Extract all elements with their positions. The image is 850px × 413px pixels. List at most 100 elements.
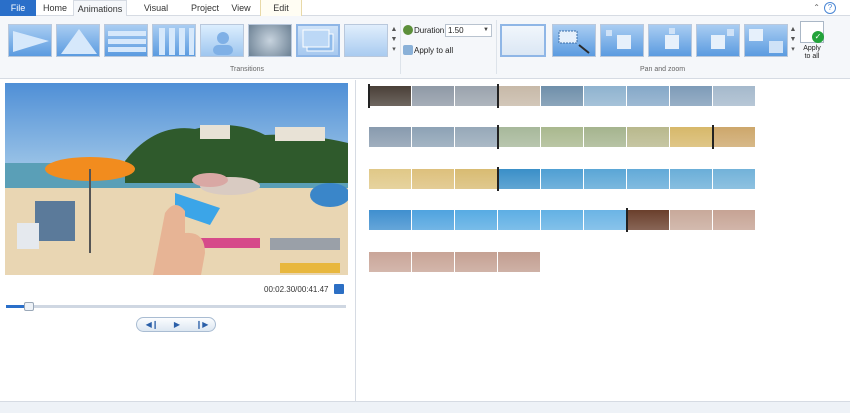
clip-thumbnail[interactable] xyxy=(670,210,712,230)
group-separator xyxy=(496,20,497,74)
storyboard xyxy=(357,80,850,413)
clip-thumbnail[interactable] xyxy=(713,169,755,189)
pan-zoom-group-label: Pan and zoom xyxy=(640,66,686,73)
clip-thumbnail[interactable] xyxy=(670,169,712,189)
tab-view[interactable]: View xyxy=(226,0,256,16)
seek-bar-fill xyxy=(6,305,25,308)
pan-zoom-thumb-5[interactable] xyxy=(744,24,788,57)
clip-row-3[interactable] xyxy=(369,167,799,191)
clip-thumbnail[interactable] xyxy=(584,86,626,106)
clip-thumbnail[interactable] xyxy=(412,210,454,230)
next-frame-icon[interactable]: ❙▶ xyxy=(191,320,213,330)
duration-select[interactable]: 1.50 ▼ xyxy=(445,24,492,37)
clip-thumbnail[interactable] xyxy=(584,127,626,147)
clip-thumbnail[interactable] xyxy=(455,210,497,230)
file-menu-button[interactable]: File xyxy=(0,0,36,16)
seek-bar-handle[interactable] xyxy=(24,302,34,311)
clip-thumbnail[interactable] xyxy=(369,210,411,230)
clip-thumbnail[interactable] xyxy=(584,210,626,230)
transitions-scroll-controls[interactable]: ▲ ▼ ▾ xyxy=(390,25,398,55)
clip-thumbnail[interactable] xyxy=(713,86,755,106)
transition-thumb-8[interactable] xyxy=(344,24,388,57)
apply-to-all-button[interactable]: Apply to all xyxy=(414,46,453,55)
apply-to-all-large-label[interactable]: Apply to all xyxy=(800,45,824,61)
pan-zoom-scroll-controls[interactable]: ▲ ▼ ▾ xyxy=(789,25,797,55)
transition-thumb-1[interactable] xyxy=(8,24,52,57)
clip-thumbnail[interactable] xyxy=(455,86,497,106)
clip-thumbnail[interactable] xyxy=(541,86,583,106)
clip-thumbnail[interactable] xyxy=(455,252,497,272)
clip-thumbnail[interactable] xyxy=(455,127,497,147)
clip-thumbnail[interactable] xyxy=(412,252,454,272)
duration-value: 1.50 xyxy=(448,26,464,35)
clip-thumbnail[interactable] xyxy=(541,169,583,189)
clip-thumbnail[interactable] xyxy=(541,127,583,147)
clip-boundary-marker xyxy=(368,84,370,108)
clip-thumbnail[interactable] xyxy=(369,169,411,189)
clip-row-4[interactable] xyxy=(369,208,799,232)
previous-frame-icon[interactable]: ◀❙ xyxy=(141,320,163,330)
chevron-down-icon: ▼ xyxy=(483,27,489,33)
clip-thumbnail[interactable] xyxy=(455,169,497,189)
status-bar xyxy=(0,401,850,413)
clip-boundary-marker xyxy=(497,84,499,108)
tab-visual-effects[interactable]: Visual Effects xyxy=(130,0,182,29)
tab-edit[interactable]: Edit xyxy=(260,0,302,16)
tab-home[interactable]: Home xyxy=(40,0,70,16)
transition-thumb-2[interactable] xyxy=(56,24,100,57)
clip-thumbnail[interactable] xyxy=(498,210,540,230)
clip-thumbnail[interactable] xyxy=(627,86,669,106)
clip-thumbnail[interactable] xyxy=(498,127,540,147)
clip-row-1[interactable] xyxy=(368,84,799,108)
pan-zoom-none-selected[interactable] xyxy=(500,24,546,57)
clip-thumbnail[interactable] xyxy=(627,210,669,230)
clip-thumbnail[interactable] xyxy=(627,127,669,147)
clip-thumbnail[interactable] xyxy=(498,86,540,106)
play-icon[interactable]: ▶ xyxy=(166,320,188,330)
playback-timecode: 00:02.30/00:41.47 xyxy=(264,285,329,294)
pan-zoom-thumb-1[interactable] xyxy=(552,24,596,57)
transition-thumb-5[interactable] xyxy=(200,24,244,57)
pan-zoom-thumb-4[interactable] xyxy=(696,24,740,57)
playback-controls: ◀❙ ▶ ❙▶ xyxy=(136,317,216,332)
fullscreen-icon[interactable] xyxy=(334,284,344,294)
clip-thumbnail[interactable] xyxy=(541,210,583,230)
help-icon[interactable]: ? xyxy=(824,2,836,14)
clip-row-5[interactable] xyxy=(369,250,544,274)
clip-thumbnail[interactable] xyxy=(412,169,454,189)
clip-thumbnail[interactable] xyxy=(498,169,540,189)
check-icon: ✓ xyxy=(812,31,824,43)
clip-thumbnail[interactable] xyxy=(412,127,454,147)
transition-thumb-7-selected[interactable] xyxy=(296,24,340,57)
transition-thumb-4[interactable] xyxy=(152,24,196,57)
video-preview[interactable] xyxy=(5,83,348,275)
clip-row-2[interactable] xyxy=(369,125,799,149)
clip-thumbnail[interactable] xyxy=(670,127,712,147)
transition-thumb-6[interactable] xyxy=(248,24,292,57)
transitions-group-label: Transitions xyxy=(230,66,264,73)
clip-boundary-marker xyxy=(712,125,714,149)
clip-thumbnail[interactable] xyxy=(369,127,411,147)
transition-thumb-3[interactable] xyxy=(104,24,148,57)
pan-zoom-thumb-3[interactable] xyxy=(648,24,692,57)
pan-zoom-thumb-2[interactable] xyxy=(600,24,644,57)
clip-thumbnail[interactable] xyxy=(670,86,712,106)
clip-thumbnail[interactable] xyxy=(412,86,454,106)
ribbon: ▲ ▼ ▾ Transitions Duration: 1.50 ▼ Apply t… xyxy=(0,16,850,79)
clip-thumbnail[interactable] xyxy=(627,169,669,189)
clip-thumbnail[interactable] xyxy=(498,252,540,272)
duration-label: Duration: xyxy=(414,26,447,35)
clip-boundary-marker xyxy=(497,167,499,191)
clip-thumbnail[interactable] xyxy=(713,127,755,147)
ribbon-tab-bar: File Home Animations Visual Effects Proj… xyxy=(0,0,850,29)
seek-bar[interactable] xyxy=(6,305,346,308)
clip-thumbnail[interactable] xyxy=(584,169,626,189)
clip-thumbnail[interactable] xyxy=(369,86,411,106)
clip-thumbnail[interactable] xyxy=(369,252,411,272)
tab-project[interactable]: Project xyxy=(188,0,222,16)
clip-thumbnail[interactable] xyxy=(713,210,755,230)
group-separator xyxy=(400,20,401,74)
tab-animations[interactable]: Animations xyxy=(73,0,127,17)
ribbon-minimize-caret-icon[interactable]: ⌃ xyxy=(813,3,820,12)
apply-to-all-icon xyxy=(403,45,413,55)
